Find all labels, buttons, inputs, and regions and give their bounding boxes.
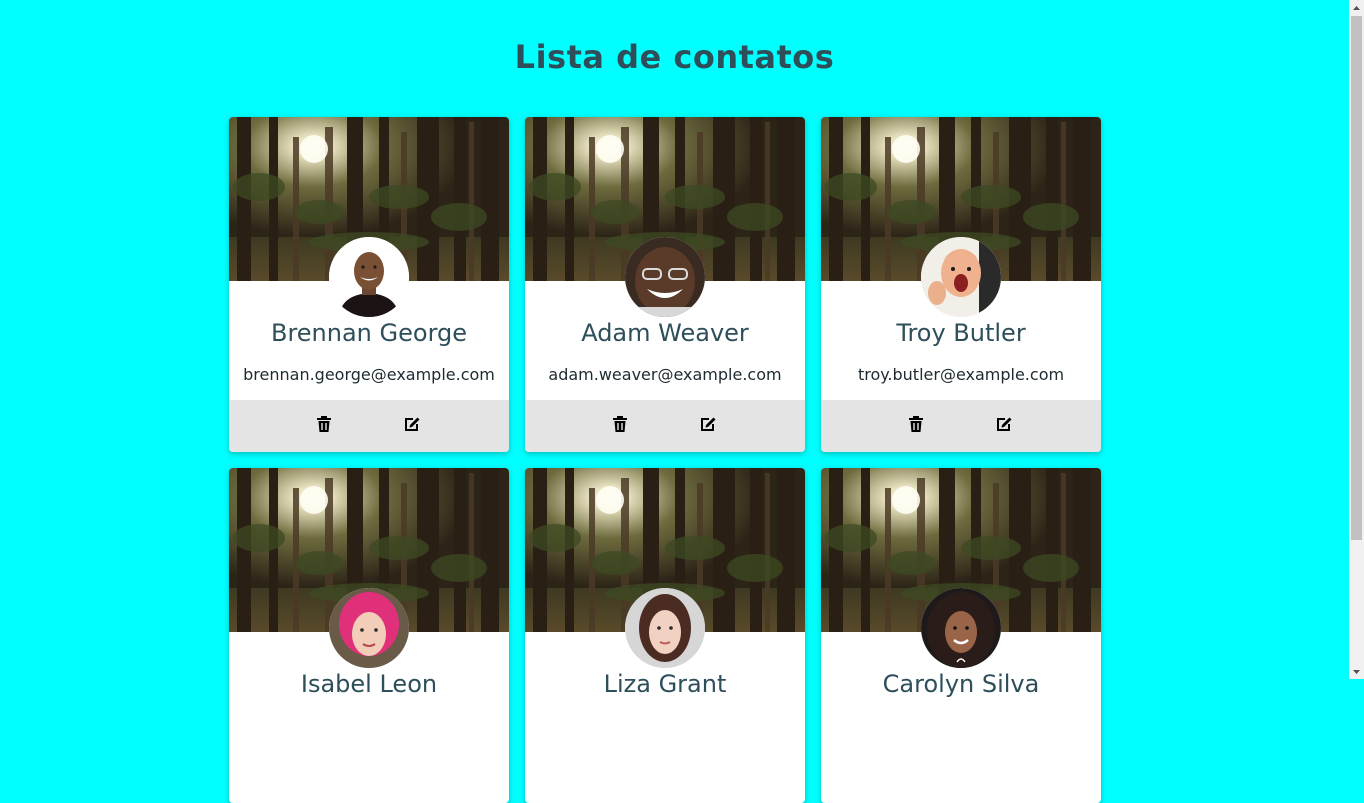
avatar [921,588,1001,668]
delete-button[interactable] [904,414,928,438]
card-actions [525,400,805,452]
contact-email: troy.butler@example.com [857,365,1065,384]
contact-email: adam.weaver@example.com [548,365,782,384]
edit-icon [699,415,717,437]
contact-name: Brennan George [270,319,468,347]
edit-button[interactable] [992,414,1016,438]
scroll-up-arrow-icon[interactable] [1349,0,1364,15]
edit-icon [403,415,421,437]
delete-button[interactable] [608,414,632,438]
scroll-down-arrow-icon[interactable] [1349,664,1364,679]
trash-icon [908,415,924,437]
contact-name: Troy Butler [896,319,1026,347]
trash-icon [316,415,332,437]
contact-name: Carolyn Silva [882,670,1040,698]
vertical-scrollbar[interactable] [1349,0,1364,679]
avatar [625,237,705,317]
trash-icon [612,415,628,437]
contact-card: Troy Butler troy.butler@example.com [821,117,1101,452]
edit-button[interactable] [400,414,424,438]
contact-name: Liza Grant [603,670,727,698]
contact-card: Carolyn Silva [821,468,1101,803]
contact-name: Adam Weaver [581,319,749,347]
contact-card: Brennan George brennan.george@example.co… [229,117,509,452]
contact-card: Isabel Leon [229,468,509,803]
edit-icon [995,415,1013,437]
avatar [625,588,705,668]
contact-email: brennan.george@example.com [243,365,495,384]
avatar [329,237,409,317]
contacts-grid: Brennan George brennan.george@example.co… [0,0,1349,803]
contact-name: Isabel Leon [300,670,438,698]
contact-card: Liza Grant [525,468,805,803]
avatar [329,588,409,668]
avatar [921,237,1001,317]
edit-button[interactable] [696,414,720,438]
card-actions [229,400,509,452]
contact-card: Adam Weaver adam.weaver@example.com [525,117,805,452]
delete-button[interactable] [312,414,336,438]
scrollbar-thumb[interactable] [1351,16,1362,540]
card-actions [821,400,1101,452]
